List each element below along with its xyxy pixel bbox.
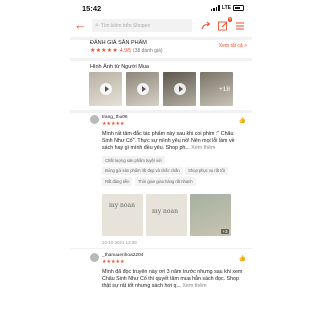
network-type: LTE [221, 5, 231, 11]
buyer-photo-thumb[interactable] [126, 72, 159, 106]
review-tag: Thời gian giao hàng rất nhanh [134, 177, 196, 186]
status-bar: 15:42 LTE [70, 3, 252, 15]
review-photo-more[interactable]: +3 [190, 194, 231, 236]
more-photos-count: +18 [218, 86, 230, 93]
review-stars: ★★★★★ [102, 122, 125, 127]
review-text: Mình rất tâm đắc tác phẩm này sau khi co… [102, 131, 245, 153]
divider [70, 58, 252, 61]
play-icon [137, 83, 149, 95]
status-indicators: LTE [210, 5, 244, 11]
buyer-photo-thumb[interactable] [163, 72, 196, 106]
cart-badge: 9 [227, 17, 232, 22]
buyer-photo-thumb-more[interactable]: +18 [200, 72, 233, 106]
status-time: 15:42 [82, 4, 102, 13]
more-menu-icon[interactable] [234, 19, 246, 31]
avatar [90, 253, 99, 262]
back-arrow-icon[interactable]: ← [74, 18, 87, 32]
review-photo[interactable]: my noan [146, 194, 187, 236]
buyer-photos-title: Hình Ảnh từ Người Mua [90, 64, 149, 70]
share-icon[interactable] [200, 19, 212, 31]
review-body: Mình đã đọc truyện này ơri 3 năm trước n… [102, 269, 243, 290]
search-input[interactable] [100, 22, 189, 29]
rating-stars: ★★★★★ [90, 48, 118, 54]
rating-count: (38 đánh giá) [133, 47, 163, 54]
review-tag: Chất lượng sản phẩm tuyệt vời [102, 156, 165, 165]
edit-icon[interactable]: 9 [217, 17, 232, 31]
divider [70, 248, 252, 249]
top-header: ← ⌕ 9 [70, 16, 252, 36]
signal-icon [210, 5, 220, 11]
search-box[interactable]: ⌕ [92, 19, 192, 32]
review-text: Mình đã đọc truyện này ơri 3 năm trước n… [102, 269, 245, 291]
shopee-review-screen: 15:42 LTE ← ⌕ 9 ĐÁNH GIÁ SẢN PHẨM ★★★★★ … [70, 0, 252, 320]
review-stars: ★★★★★ [102, 260, 125, 265]
review-username: _thanuuenhoa2204 [102, 253, 144, 258]
review-tags: Chất lượng sản phẩm tuyệt vời Đóng gói s… [102, 156, 247, 186]
avatar [90, 115, 99, 124]
book-cover-logo: my noan [109, 202, 135, 209]
thumbs-up-icon[interactable]: 👍 [239, 117, 246, 124]
buyer-photo-thumb[interactable] [89, 72, 122, 106]
review-tag: Shop phục vụ rất tốt [185, 166, 228, 175]
battery-icon [233, 5, 244, 11]
book-cover-logo: my noan [152, 208, 178, 215]
see-more-link[interactable]: Xem thêm [191, 145, 215, 151]
see-all-link[interactable]: Xem tất cả > [219, 43, 247, 49]
buyer-photos-strip: +18 [89, 72, 233, 106]
review-tag: Đóng gói sản phẩm rất đẹp và chắc chắn [102, 166, 183, 175]
thumbs-up-icon[interactable]: 👍 [239, 255, 246, 262]
photo-count: +3 [220, 229, 229, 234]
review-tag: Rất đáng tiền [102, 177, 133, 186]
see-more-link[interactable]: Xem thêm [182, 283, 206, 289]
review-photo[interactable]: my noan [102, 194, 143, 236]
search-icon: ⌕ [95, 21, 99, 29]
rating-section-title: ĐÁNH GIÁ SẢN PHẨM [90, 40, 147, 46]
rating-summary: ★★★★★ 4.9/5 (38 đánh giá) [90, 47, 163, 55]
rating-score: 4.9/5 [119, 47, 132, 54]
play-icon [100, 83, 112, 95]
review-username: trang_thu06 [102, 115, 128, 120]
review-date: 10-10-2021 12:38 [102, 240, 137, 245]
divider [70, 110, 252, 113]
review-photos: my noan my noan +3 [102, 194, 231, 236]
play-icon [174, 83, 186, 95]
